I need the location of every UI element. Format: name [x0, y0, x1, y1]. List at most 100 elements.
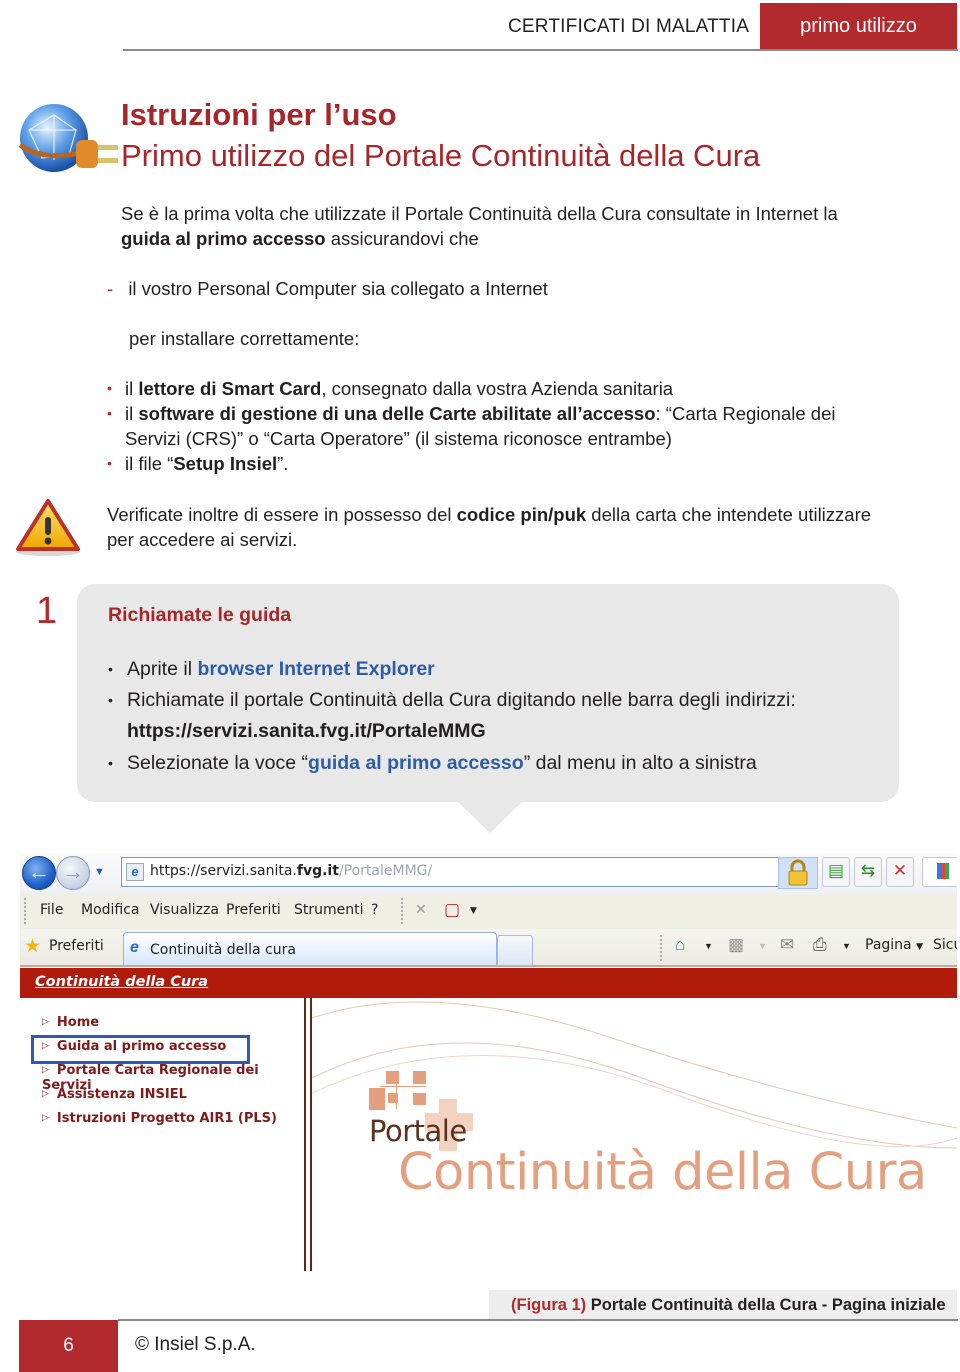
arrow-right-icon: → — [62, 859, 84, 884]
bullet-icon: • — [108, 661, 113, 677]
compatibility-view-button[interactable]: ▤ — [822, 857, 850, 887]
print-icon[interactable]: ⎙ — [813, 935, 827, 955]
intro-paragraph: Se è la prima volta che utilizzate il Po… — [121, 201, 921, 251]
page-subtitle: Primo utilizzo del Portale Continuità de… — [121, 138, 761, 173]
rss-icon[interactable]: ▩ — [728, 935, 744, 955]
arrow-left-icon: ← — [28, 859, 50, 884]
caption-divider — [118, 1319, 958, 1321]
favorites-button[interactable]: Preferiti — [49, 938, 104, 954]
dash-marker: - — [107, 278, 114, 299]
menu-file[interactable]: File — [40, 902, 63, 918]
header-divider — [123, 49, 958, 51]
page-dropdown-icon: ▼ — [916, 942, 923, 952]
logo-square — [369, 1088, 385, 1110]
portal-sidebar: ▷ Home ▷ Guida al primo accesso ▷ Portale C… — [20, 998, 303, 1271]
figure-caption: (Figura 1) Portale Continuità della Cura… — [511, 1296, 946, 1314]
browser-link: browser Internet Explorer — [197, 658, 435, 680]
logo-square — [386, 1071, 399, 1084]
triangle-right-icon: ▷ — [42, 1089, 49, 1099]
portal-logo-big: Continuità della Cura — [398, 1143, 927, 1202]
install-item: • il software di gestione di una delle C… — [107, 403, 836, 449]
stop-button[interactable]: ✕ — [886, 857, 914, 887]
page-title: Istruzioni per l’uso — [121, 97, 397, 132]
mail-icon[interactable]: ✉ — [780, 935, 794, 955]
install-list: • il lettore di Smart Card, consegnato d… — [107, 376, 925, 476]
address-bar[interactable]: e https://servizi.sanita.fvg.it/PortaleM… — [121, 857, 878, 887]
lock-icon — [788, 859, 808, 886]
close-toolbar-icon[interactable]: ✕ — [415, 902, 427, 918]
home-dropdown-icon[interactable]: ▼ — [704, 941, 713, 951]
history-dropdown-icon[interactable]: ▼ — [94, 866, 105, 878]
logo-square — [413, 1071, 426, 1084]
intro-line-1: Se è la prima volta che utilizzate il Po… — [121, 203, 838, 224]
back-button[interactable]: ← — [22, 856, 56, 890]
triangle-right-icon: ▷ — [42, 1065, 49, 1075]
section-title: CERTIFICATI DI MALATTIA — [508, 16, 750, 37]
command-grip — [660, 935, 663, 961]
step-item: • Selezionate la voce “guida al primo ac… — [108, 748, 757, 779]
page-number: 6 — [19, 1320, 118, 1372]
section-badge: primo utilizzo — [760, 3, 957, 50]
safety-menu[interactable]: Sicu — [933, 937, 957, 953]
menu-strumenti[interactable]: Strumenti — [294, 902, 364, 918]
section-badge-label: primo utilizzo — [800, 15, 917, 37]
tab-label: Continuità della cura — [150, 942, 296, 958]
menu-modifica[interactable]: Modifica — [81, 902, 140, 918]
logo-cross-line — [396, 1075, 397, 1109]
sidebar-item-air1[interactable]: ▷ Istruzioni Progetto AIR1 (PLS) — [42, 1111, 277, 1126]
install-item: • il lettore di Smart Card, consegnato d… — [107, 378, 674, 399]
guide-link: guida al primo accesso — [308, 752, 524, 774]
menu-visualizza[interactable]: Visualizza — [150, 902, 219, 918]
dash-item-text: il vostro Personal Computer sia collegat… — [128, 278, 548, 299]
globe-plug-icon — [18, 104, 118, 172]
favorites-bar: ★ Preferiti e Continuità della cura ⌂ ▼ … — [20, 929, 957, 967]
dash-item: - il vostro Personal Computer sia colleg… — [107, 276, 548, 301]
close-icon: ✕ — [892, 861, 908, 880]
menu-help[interactable]: ? — [371, 902, 378, 918]
new-tab-button[interactable] — [497, 935, 533, 966]
triangle-right-icon: ▷ — [42, 1113, 49, 1123]
rss-dropdown-icon[interactable]: ▼ — [758, 941, 767, 951]
sidebar-divider — [304, 998, 306, 1271]
browser-screenshot: ← → ▼ e https://servizi.sanita.fvg.it/Po… — [20, 853, 957, 1271]
bullet-icon: • — [107, 380, 112, 396]
menu-separator — [401, 898, 404, 924]
triangle-right-icon: ▷ — [42, 1041, 49, 1051]
step-pointer — [457, 801, 523, 833]
triangle-right-icon: ▷ — [42, 1017, 49, 1027]
portal-url[interactable]: https://servizi.sanita.fvg.it/PortaleMMG — [127, 716, 796, 747]
pdf-icon[interactable]: ▢ — [444, 900, 460, 920]
ie-icon: e — [130, 939, 139, 956]
copyright: © Insiel S.p.A. — [135, 1334, 256, 1355]
portal-home-link[interactable]: Continuità della Cura — [35, 974, 208, 990]
refresh-button[interactable]: ⇆ — [854, 857, 882, 887]
sidebar-item-home[interactable]: ▷ Home — [42, 1015, 99, 1030]
intro-bold: guida al primo accesso — [121, 228, 326, 249]
menu-preferiti[interactable]: Preferiti — [226, 902, 281, 918]
sidebar-item-guida[interactable]: ▷ Guida al primo accesso — [42, 1039, 226, 1054]
sidebar-item-assistenza[interactable]: ▷ Assistenza INSIEL — [42, 1087, 187, 1102]
print-dropdown-icon[interactable]: ▼ — [842, 941, 851, 951]
intro-line-2: assicurandovi che — [325, 228, 479, 249]
compatibility-icon: ▤ — [827, 861, 845, 880]
step-number: 1 — [36, 590, 58, 632]
page-menu[interactable]: Pagina ▼ — [865, 937, 923, 953]
warning-icon — [16, 499, 80, 556]
search-provider-button[interactable] — [922, 857, 957, 887]
security-lock-button[interactable] — [778, 857, 818, 889]
forward-button[interactable]: → — [56, 856, 90, 890]
star-icon: ★ — [24, 936, 42, 957]
install-item: • il file “Setup Insiel”. — [107, 453, 289, 474]
menu-bar: File Modifica Visualizza Preferiti Strum… — [20, 893, 957, 930]
portal-header-bar: Continuità della Cura — [20, 968, 957, 998]
logo-cross-line — [380, 1086, 426, 1087]
address-text[interactable]: https://servizi.sanita.fvg.it/PortaleMMG… — [150, 863, 432, 879]
ie-page-icon: e — [126, 863, 144, 881]
bullet-icon: • — [107, 405, 112, 421]
navigation-bar: ← → ▼ e https://servizi.sanita.fvg.it/Po… — [20, 853, 957, 894]
home-icon[interactable]: ⌂ — [675, 935, 685, 955]
refresh-icon: ⇆ — [860, 861, 876, 880]
pdf-dropdown-icon[interactable]: ▼ — [470, 906, 477, 916]
browser-tab[interactable]: e Continuità della cura — [123, 932, 497, 965]
warning-text: Verificate inoltre di essere in possesso… — [107, 504, 872, 550]
